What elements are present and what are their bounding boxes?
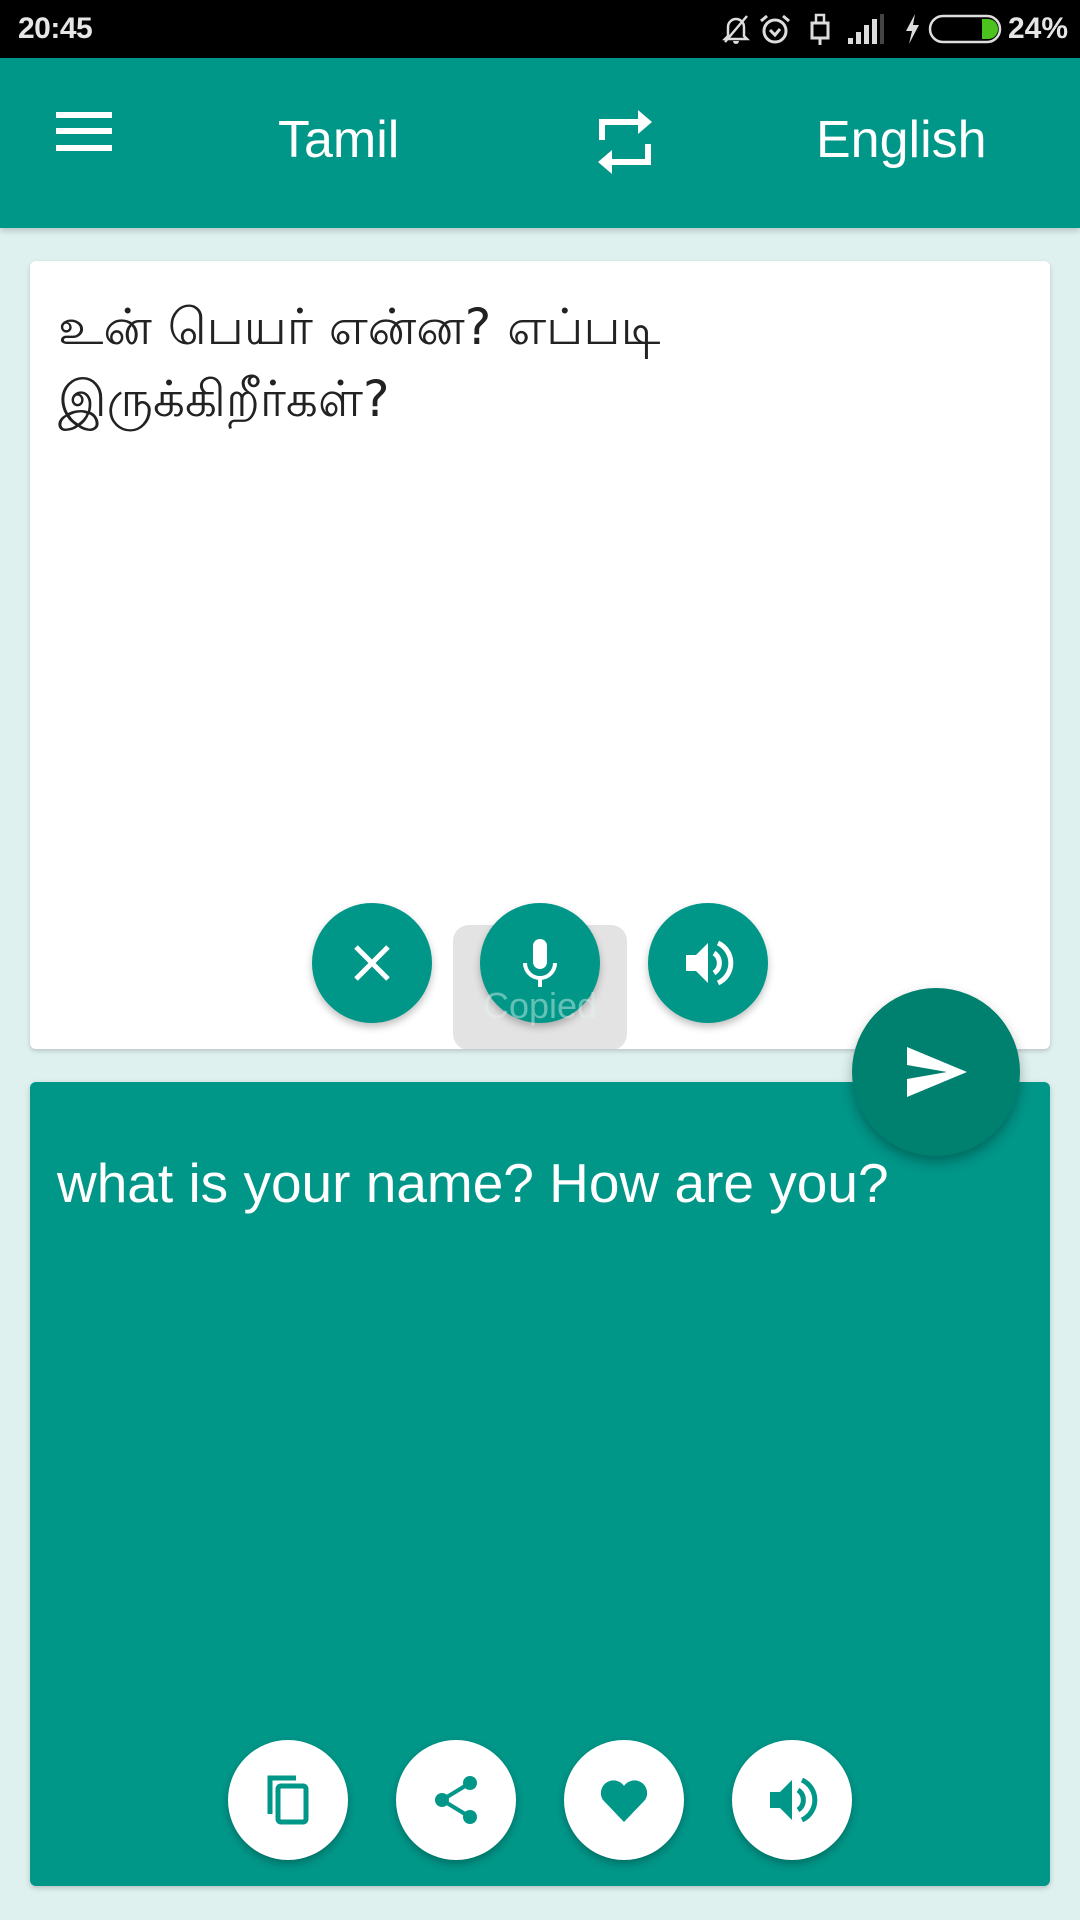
copy-button[interactable]	[228, 1740, 348, 1860]
swap-languages-button[interactable]	[590, 106, 660, 178]
notifications-off-icon	[722, 15, 750, 44]
source-text-input[interactable]: உன் பெயர் என்ன? எப்படி இருக்கிறீர்கள்?	[58, 291, 998, 435]
translate-button[interactable]	[852, 988, 1020, 1156]
charging-icon	[906, 14, 919, 44]
heart-icon	[600, 1780, 648, 1822]
source-language-selector[interactable]: Tamil	[278, 110, 399, 170]
speaker-icon	[770, 1777, 818, 1823]
battery-percentage: 24%	[1008, 12, 1069, 45]
close-icon	[354, 945, 390, 981]
translation-card: what is your name? How are you?	[30, 1082, 1050, 1886]
target-language-selector[interactable]: English	[816, 110, 987, 170]
speak-translation-button[interactable]	[732, 1740, 852, 1860]
share-icon	[435, 1776, 477, 1824]
toast-overlay: Copied	[453, 925, 627, 1050]
menu-button[interactable]	[44, 98, 124, 178]
usb-icon	[810, 13, 830, 45]
swap-languages-icon	[598, 110, 652, 174]
copy-icon	[267, 1775, 309, 1825]
toast-text: Copied	[482, 985, 598, 1026]
signal-icon	[848, 14, 884, 44]
share-button[interactable]	[396, 1740, 516, 1860]
clear-button[interactable]	[312, 903, 432, 1023]
translation-text: what is your name? How are you?	[57, 1152, 889, 1214]
speaker-icon	[686, 940, 734, 986]
alarm-icon	[760, 14, 790, 44]
favorite-button[interactable]	[564, 1740, 684, 1860]
speak-source-button[interactable]	[648, 903, 768, 1023]
status-bar: 20:45 24%	[0, 0, 1080, 58]
send-icon	[907, 1047, 967, 1097]
battery-icon	[928, 14, 1002, 44]
status-time: 20:45	[18, 12, 93, 45]
app-bar: Tamil English	[0, 58, 1080, 228]
